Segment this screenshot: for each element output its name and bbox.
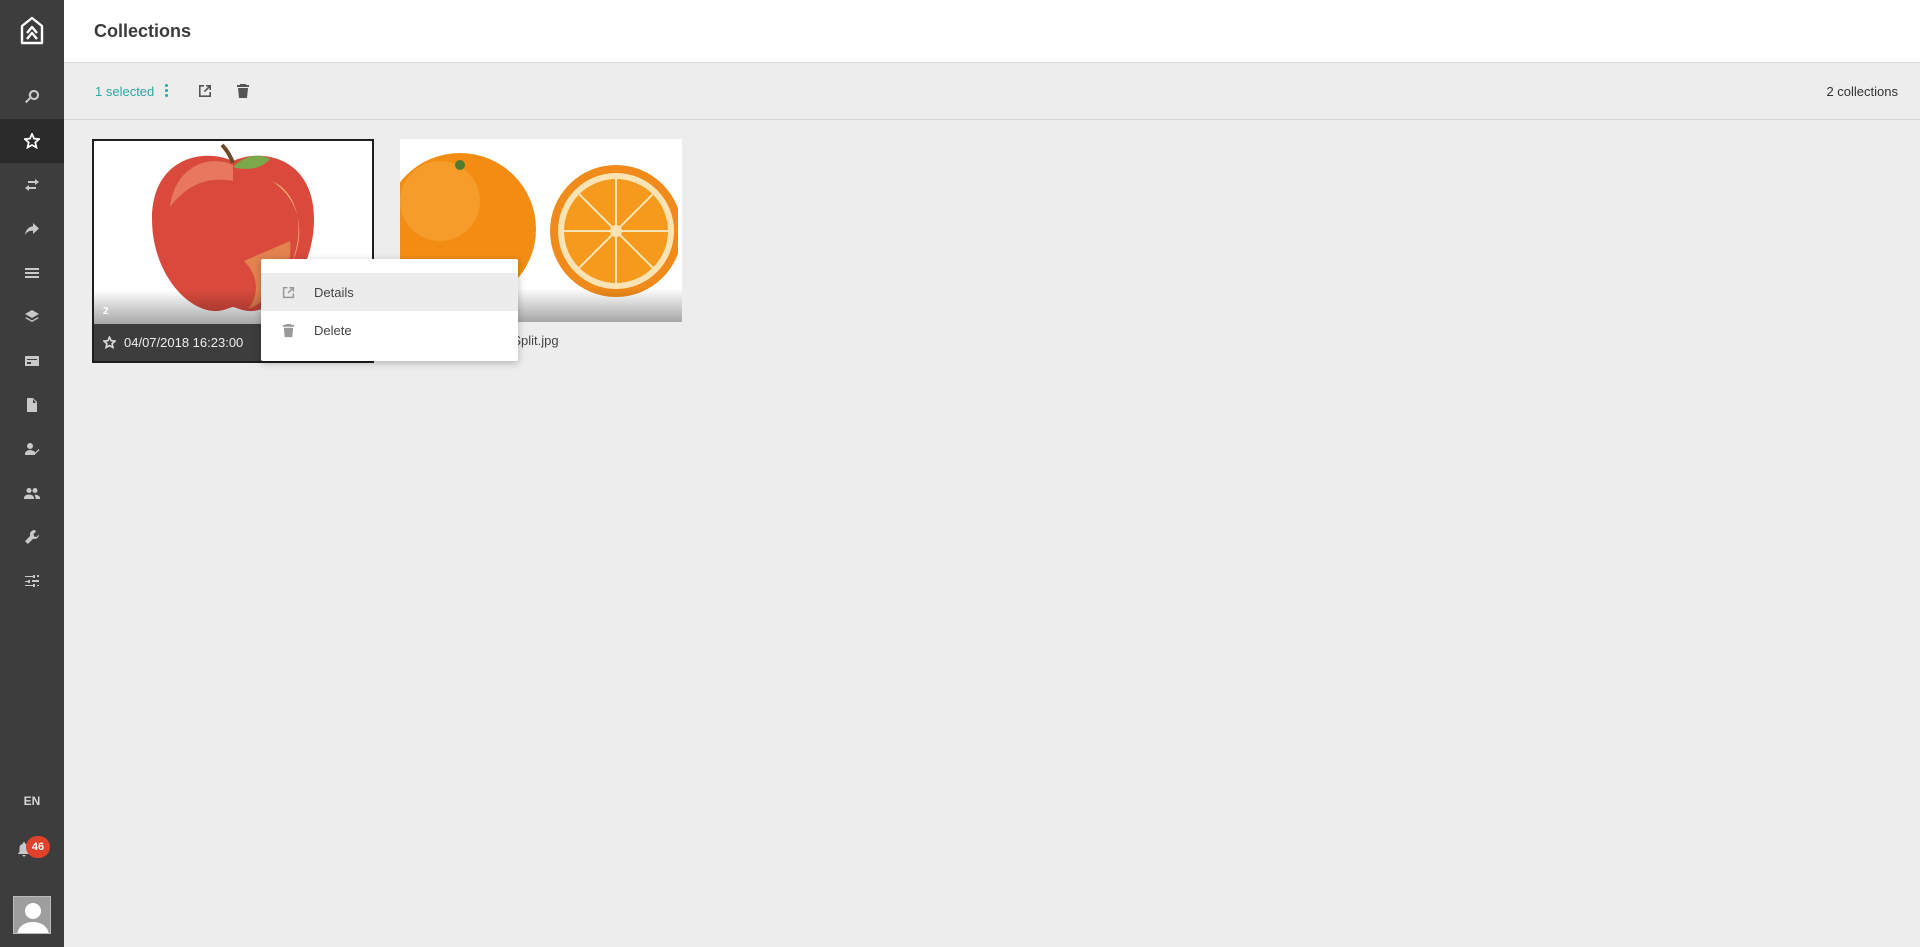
trash-icon bbox=[237, 84, 249, 98]
delete-selected-button[interactable] bbox=[233, 81, 253, 101]
sidebar-item-shares[interactable] bbox=[0, 207, 64, 251]
document-icon bbox=[27, 398, 37, 412]
kebab-dot-icon bbox=[164, 94, 168, 97]
swap-icon bbox=[25, 179, 39, 191]
context-menu-label: Details bbox=[314, 284, 354, 300]
sidebar-item-users[interactable] bbox=[0, 471, 64, 515]
user-check-icon bbox=[25, 443, 40, 455]
wrench-icon bbox=[25, 529, 40, 544]
sidebar-item-user-access[interactable] bbox=[0, 427, 64, 471]
users-icon bbox=[24, 488, 40, 499]
sidebar-item-layers[interactable] bbox=[0, 295, 64, 339]
context-menu-item-details[interactable]: Details bbox=[261, 273, 518, 311]
sliders-icon bbox=[25, 575, 39, 587]
notification-count-badge: 46 bbox=[26, 836, 50, 858]
sidebar-item-tools[interactable] bbox=[0, 515, 64, 559]
share-icon bbox=[25, 223, 39, 235]
open-external-icon bbox=[282, 286, 295, 298]
sidebar-item-search[interactable] bbox=[0, 75, 64, 119]
list-icon bbox=[25, 268, 39, 278]
search-icon bbox=[25, 89, 40, 104]
sidebar-item-documents[interactable] bbox=[0, 383, 64, 427]
favorite-star-icon[interactable] bbox=[103, 336, 116, 349]
star-icon bbox=[24, 133, 40, 149]
page-header: Collections bbox=[64, 0, 1920, 63]
language-switcher[interactable]: EN bbox=[0, 790, 64, 812]
app-logo[interactable] bbox=[0, 0, 64, 62]
trash-icon bbox=[282, 323, 295, 337]
collection-name: 04/07/2018 16:23:00 bbox=[124, 335, 244, 350]
sidebar-item-lists[interactable] bbox=[0, 251, 64, 295]
collection-count-label: 2 collections bbox=[1826, 84, 1898, 99]
notifications-button[interactable]: 46 bbox=[14, 836, 50, 860]
avatar-placeholder-icon bbox=[14, 897, 50, 933]
context-menu-item-delete[interactable]: Delete bbox=[261, 311, 518, 349]
kebab-dot-icon bbox=[164, 84, 168, 87]
sidebar-item-collections[interactable] bbox=[0, 119, 64, 163]
kebab-dot-icon bbox=[164, 89, 168, 92]
page-title: Collections bbox=[94, 21, 192, 41]
context-menu-label: Delete bbox=[314, 322, 352, 338]
open-details-button[interactable] bbox=[195, 81, 215, 101]
sidebar-item-transfers[interactable] bbox=[0, 163, 64, 207]
sidebar-item-settings[interactable] bbox=[0, 559, 64, 603]
sidebar-item-cards[interactable] bbox=[0, 339, 64, 383]
layers-icon bbox=[25, 310, 39, 322]
logo-icon bbox=[20, 16, 44, 45]
context-menu: Details Delete bbox=[261, 259, 518, 361]
item-count-badge: 2 bbox=[103, 306, 109, 317]
open-external-icon bbox=[199, 85, 211, 97]
card-icon bbox=[25, 356, 39, 366]
selection-count-label[interactable]: 1 selected bbox=[95, 84, 154, 99]
sidebar: EN 46 bbox=[0, 0, 64, 947]
selection-menu-button[interactable] bbox=[160, 82, 172, 100]
selection-toolbar: 1 selected 2 collections bbox=[64, 63, 1920, 120]
user-avatar[interactable] bbox=[13, 896, 51, 934]
